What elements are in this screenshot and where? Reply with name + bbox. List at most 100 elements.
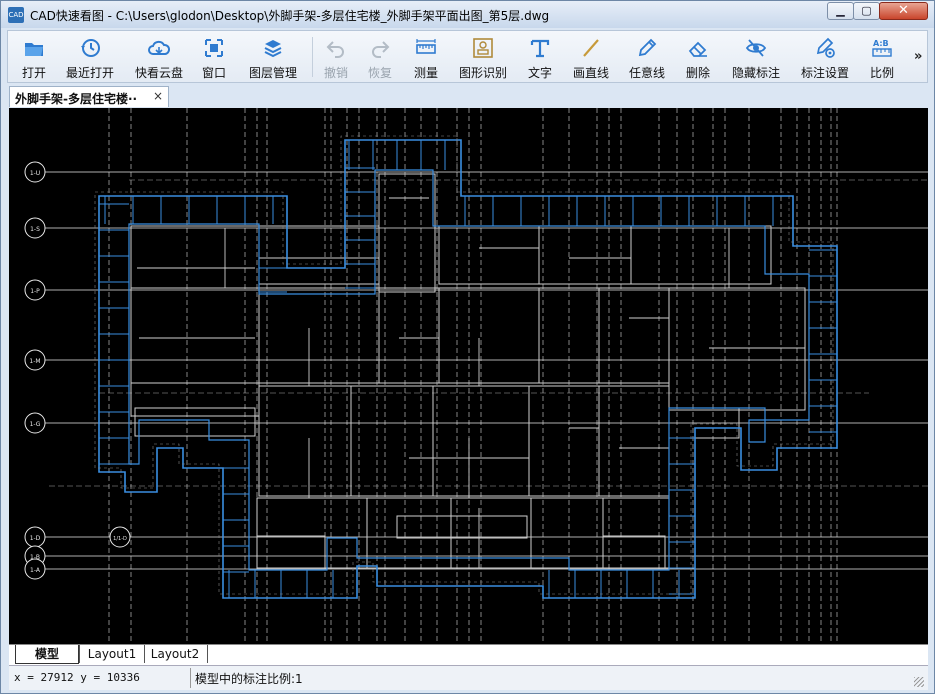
axis-bubble-label: 1-M	[29, 358, 40, 365]
app-logo-icon: CAD	[8, 7, 24, 23]
toolbar-label: 图形识别	[458, 66, 507, 80]
wall-room	[630, 225, 772, 285]
eraser-icon	[688, 41, 707, 57]
toolbar-label: 删除	[685, 66, 710, 80]
window-title: CAD快速看图 - C:\Users\glodon\Desktop\外脚手架-多…	[30, 9, 550, 23]
wall-room	[378, 173, 436, 293]
layer-manager-button[interactable]: 图层管理	[242, 31, 304, 82]
window-zoom-icon	[205, 39, 223, 57]
undo-button[interactable]: 撤销	[316, 31, 356, 82]
wall-room	[598, 287, 670, 384]
wall-room	[130, 225, 260, 417]
tab-model[interactable]: 模型	[15, 645, 79, 664]
toolbar-label: 比例	[869, 66, 894, 80]
wall-room	[538, 225, 632, 285]
status-bar: x = 27912 y = 10336 模型中的标注比例:1	[9, 665, 928, 690]
ruler-icon	[416, 39, 436, 54]
toolbar-label: 撤销	[323, 66, 348, 80]
close-tab-icon[interactable]: ×	[153, 89, 163, 103]
toolbar-label: 画直线	[572, 66, 609, 80]
layers-icon	[264, 40, 282, 58]
wall-room	[258, 385, 352, 497]
wall-room	[528, 385, 600, 497]
scaffold-outline	[94, 135, 838, 599]
axis-bubble-label: 1/1-D	[113, 536, 127, 542]
toolbar-label: 测量	[413, 66, 438, 80]
wall-room	[598, 385, 670, 497]
toolbar-label: 快看云盘	[134, 66, 183, 80]
axis-bubble-label: 1-G	[30, 421, 41, 428]
close-icon: ✕	[898, 3, 909, 18]
open-button[interactable]: 打开	[10, 31, 58, 82]
tab-layout2[interactable]: Layout2	[143, 645, 208, 663]
wall-room	[258, 287, 380, 384]
scale-ab-icon: A:B	[872, 39, 892, 57]
folder-open-icon	[25, 43, 43, 56]
vertical-axis-lines	[108, 108, 838, 644]
drawing-canvas[interactable]: 1-U 1-S 1-P 1-M 1-G 1-D 1-B 1-A 1/1-D	[9, 108, 928, 644]
wall-room	[438, 225, 540, 285]
main-toolbar: 打开 最近打开 快看云盘 窗口 图层管理 撤销 恢复 测量 图形识别 文字 画直…	[7, 30, 928, 83]
toolbar-label: 隐藏标注	[731, 66, 780, 80]
annotation-settings-icon	[816, 37, 835, 58]
svg-text:A:B: A:B	[873, 39, 889, 48]
wall-room	[258, 225, 380, 285]
cloud-drive-button[interactable]: 快看云盘	[126, 31, 192, 82]
toolbar-label: 打开	[21, 66, 46, 80]
hide-annotation-button[interactable]: 隐藏标注	[724, 31, 788, 82]
delete-button[interactable]: 删除	[676, 31, 720, 82]
wall-room	[438, 287, 540, 384]
tab-layout1[interactable]: Layout1	[79, 645, 145, 663]
cad-floor-plan: 1-U1-S1-P1-M1-G1-D1-B1-A1/1-D	[24, 108, 928, 644]
maximize-button[interactable]: ▢	[853, 2, 880, 20]
redo-icon	[372, 41, 390, 58]
recent-clock-icon	[81, 39, 100, 57]
document-tab[interactable]: 外脚手架-多层住宅楼·· ×	[9, 86, 169, 107]
toolbar-label: 任意线	[628, 66, 665, 80]
axis-bubbles: 1-U1-S1-P1-M1-G1-D1-B1-A1/1-D	[24, 161, 131, 580]
scale-button[interactable]: A:B 比例	[860, 31, 904, 82]
annotation-scale-text: 模型中的标注比例:1	[195, 672, 303, 686]
cloud-drive-icon	[148, 40, 170, 55]
text-button[interactable]: 文字	[520, 31, 560, 82]
annotation-settings-button[interactable]: 标注设置	[794, 31, 856, 82]
recent-open-button[interactable]: 最近打开	[60, 31, 120, 82]
redo-button[interactable]: 恢复	[360, 31, 400, 82]
scaffold-envelope	[94, 135, 834, 595]
draw-line-button[interactable]: 画直线	[566, 31, 616, 82]
title-bar: CAD CAD快速看图 - C:\Users\glodon\Desktop\外脚…	[1, 1, 934, 28]
minimize-icon: ▁	[836, 4, 845, 17]
minimize-button[interactable]: ▁	[827, 2, 854, 20]
interior-walls	[130, 173, 806, 569]
app-window: CAD CAD快速看图 - C:\Users\glodon\Desktop\外脚…	[0, 0, 935, 694]
wall-room	[134, 407, 256, 437]
wall-room	[602, 535, 666, 569]
toolbar-label: 最近打开	[65, 66, 114, 80]
shape-recognize-button[interactable]: 图形识别	[452, 31, 514, 82]
window-zoom-button[interactable]: 窗口	[194, 31, 234, 82]
close-window-button[interactable]: ✕	[879, 2, 928, 20]
toolbar-label: 文字	[527, 66, 552, 80]
wall-room	[668, 287, 806, 411]
wall-room	[256, 497, 368, 569]
text-tool-icon	[530, 39, 550, 58]
axis-bubble-label: 1-D	[30, 535, 41, 542]
layout-tab-bar: 模型 Layout1 Layout2	[9, 644, 928, 665]
maximize-icon: ▢	[861, 4, 872, 17]
resize-grip-icon[interactable]	[914, 677, 924, 687]
toolbar-label: 图层管理	[248, 66, 297, 80]
toolbar-overflow-button[interactable]: »	[914, 49, 922, 64]
freehand-pen-icon	[638, 38, 657, 57]
wall-room	[378, 287, 440, 384]
line-tool-icon	[583, 39, 599, 57]
toolbar-label: 窗口	[201, 66, 226, 80]
shape-recognize-icon	[473, 38, 493, 58]
axis-bubble-label: 1-S	[30, 226, 40, 233]
freehand-line-button[interactable]: 任意线	[622, 31, 672, 82]
axis-bubble-label: 1-P	[30, 288, 40, 295]
wall-room	[396, 515, 528, 539]
toolbar-separator	[312, 37, 313, 77]
axis-bubble-label: 1-U	[30, 170, 40, 177]
measure-button[interactable]: 测量	[404, 31, 448, 82]
toolbar-label: 标注设置	[800, 66, 849, 80]
